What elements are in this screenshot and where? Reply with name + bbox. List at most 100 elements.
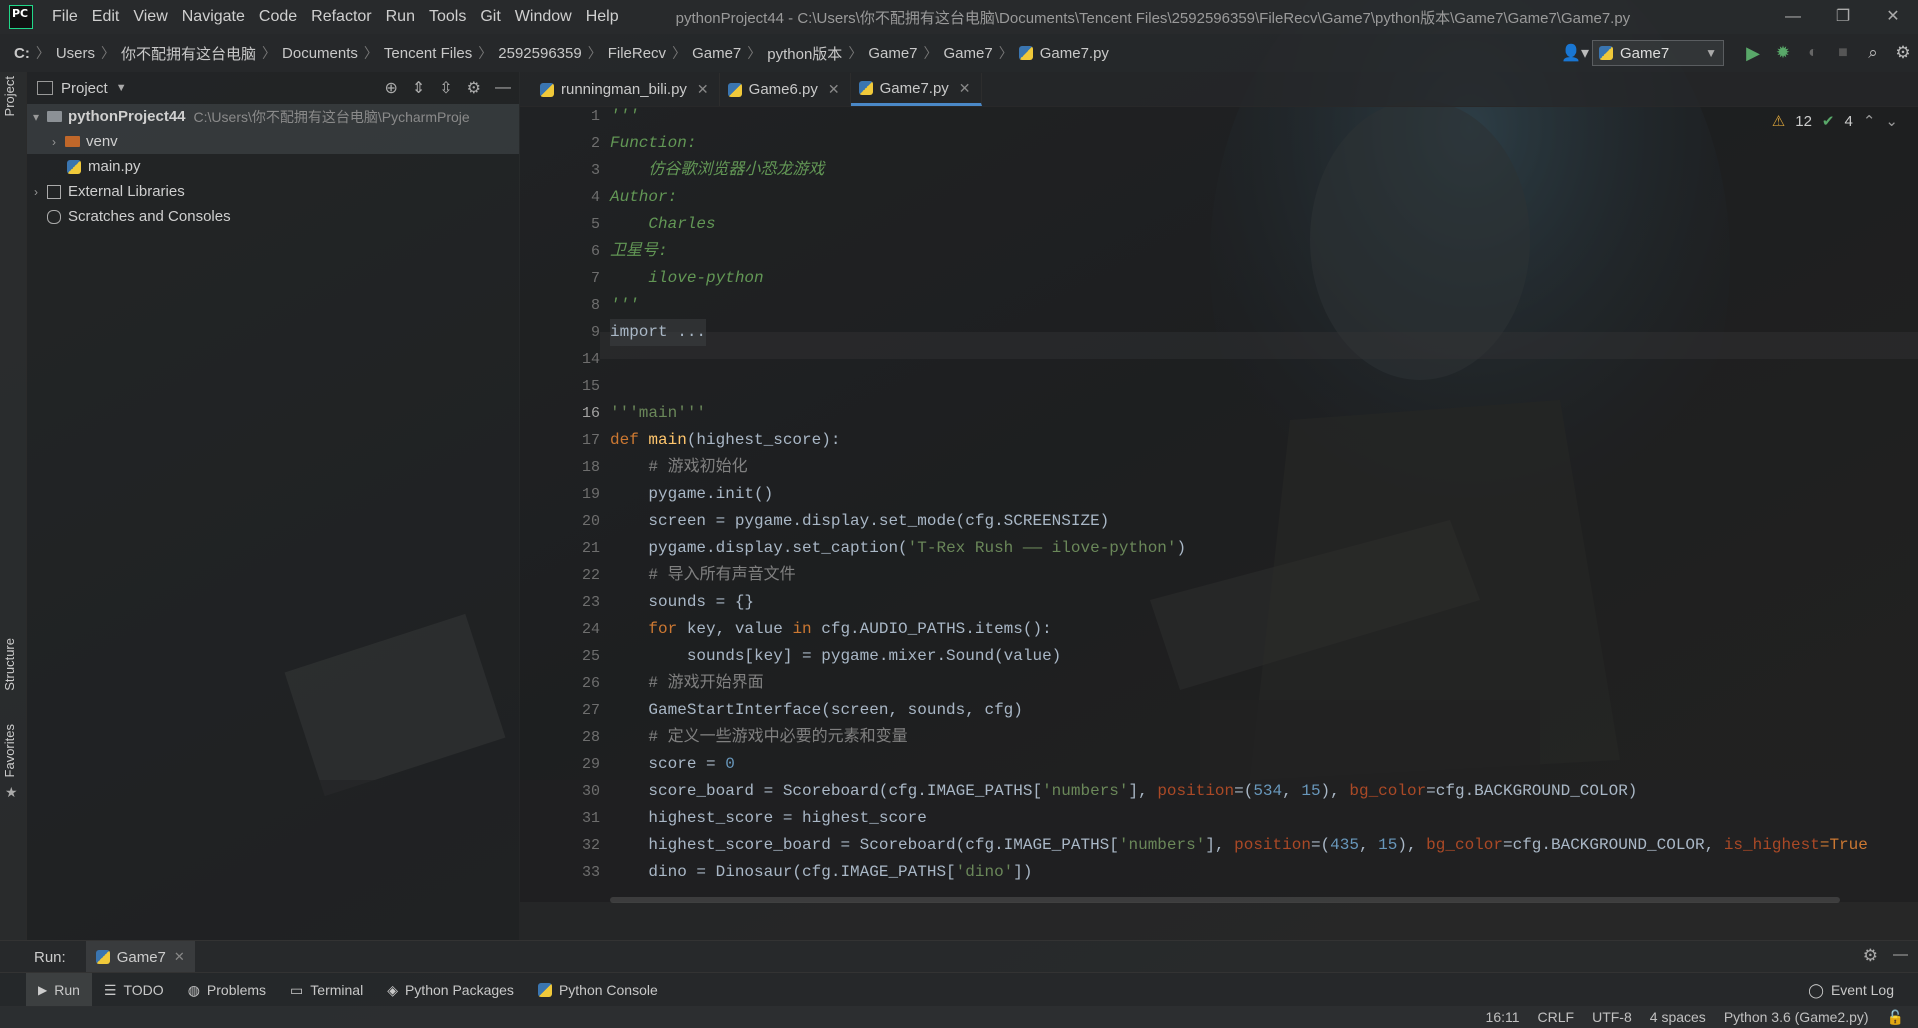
breadcrumb-item[interactable]: Game7 bbox=[944, 45, 993, 62]
menu-window[interactable]: Window bbox=[508, 8, 579, 26]
menu-run[interactable]: Run bbox=[379, 8, 422, 26]
settings-icon[interactable]: ⚙ bbox=[1888, 43, 1918, 63]
breadcrumb-item[interactable]: FileRecv bbox=[608, 45, 666, 62]
indent-setting[interactable]: 4 spaces bbox=[1650, 1009, 1706, 1025]
hide-icon[interactable]: — bbox=[495, 79, 511, 97]
run-tab-game7[interactable]: Game7 ✕ bbox=[85, 941, 195, 973]
tab-problems[interactable]: ◍ Problems bbox=[176, 973, 278, 1007]
line-number: 29 bbox=[581, 756, 600, 773]
tab-runningman-bili[interactable]: runningman_bili.py ✕ bbox=[532, 73, 720, 106]
line-number: 33 bbox=[581, 864, 600, 881]
menu-edit[interactable]: Edit bbox=[85, 8, 127, 26]
breadcrumb-item[interactable]: Game7.py bbox=[1040, 45, 1109, 62]
run-tab-label: Game7 bbox=[116, 948, 166, 966]
tab-game6[interactable]: Game6.py ✕ bbox=[720, 73, 851, 106]
caret-position[interactable]: 16:11 bbox=[1486, 1009, 1520, 1025]
menu-git[interactable]: Git bbox=[473, 8, 507, 26]
code-line: Function: bbox=[610, 134, 697, 152]
code-editor[interactable]: ⚠ 12 ✔ 4 ⌃ ⌄ 1 2 3 4 5 6 7 8 9 14 15 16 17… bbox=[520, 106, 1918, 903]
close-tab-icon[interactable]: ✕ bbox=[174, 949, 185, 965]
breadcrumb-item[interactable]: 2592596359 bbox=[498, 45, 581, 62]
line-separator[interactable]: CRLF bbox=[1538, 1009, 1575, 1025]
chevron-down-icon[interactable]: ▼ bbox=[116, 82, 127, 94]
python-interpreter[interactable]: Python 3.6 (Game2.py) bbox=[1724, 1009, 1869, 1025]
breadcrumb-item[interactable]: Tencent Files bbox=[384, 45, 472, 62]
run-configuration-select[interactable]: Game7 ▼ bbox=[1592, 40, 1724, 66]
menu-navigate[interactable]: Navigate bbox=[175, 8, 252, 26]
menu-view[interactable]: View bbox=[126, 8, 174, 26]
breadcrumb-item[interactable]: Documents bbox=[282, 45, 358, 62]
lock-icon[interactable]: 🔓 bbox=[1887, 1009, 1904, 1026]
code-area[interactable]: ''' Function: 仿谷歌浏览器小恐龙游戏 Author: Charle… bbox=[610, 106, 1910, 902]
tab-python-console[interactable]: Python Console bbox=[526, 973, 670, 1007]
tree-item-scratches[interactable]: Scratches and Consoles bbox=[27, 204, 519, 229]
breadcrumb-item[interactable]: C: bbox=[14, 45, 30, 62]
close-window-button[interactable]: ✕ bbox=[1868, 0, 1918, 34]
gear-icon[interactable]: ⚙ bbox=[1863, 946, 1878, 966]
favorites-tool-tab[interactable]: Favorites bbox=[2, 724, 17, 777]
menu-tools[interactable]: Tools bbox=[422, 8, 473, 26]
gear-icon[interactable]: ⚙ bbox=[467, 78, 481, 98]
close-tab-icon[interactable]: ✕ bbox=[697, 81, 709, 98]
breadcrumb-item[interactable]: Game7 bbox=[868, 45, 917, 62]
line-number: 21 bbox=[581, 540, 600, 557]
tab-event-log[interactable]: ◯ Event Log bbox=[1796, 973, 1906, 1007]
line-number: 28 bbox=[581, 729, 600, 746]
line-number: 16 bbox=[581, 405, 600, 422]
menu-code[interactable]: Code bbox=[252, 8, 304, 26]
tab-label: Terminal bbox=[310, 982, 364, 998]
structure-tool-tab[interactable]: Structure bbox=[2, 638, 17, 691]
tab-label: Python Packages bbox=[404, 982, 514, 998]
code-line: screen = pygame.display.set_mode(cfg.SCR… bbox=[610, 512, 1110, 530]
locate-icon[interactable]: ⊕ bbox=[384, 78, 397, 98]
project-panel-title[interactable]: Project bbox=[61, 80, 108, 97]
debug-icon[interactable]: ✹ bbox=[1768, 43, 1798, 63]
tree-item-venv[interactable]: › venv bbox=[27, 129, 519, 154]
menu-refactor[interactable]: Refactor bbox=[304, 8, 378, 26]
navigation-bar: C: 〉 Users 〉 你不配拥有这台电脑〉 Documents 〉 Tencent… bbox=[0, 34, 1918, 72]
expand-all-icon[interactable]: ⇕ bbox=[412, 78, 425, 98]
file-encoding[interactable]: UTF-8 bbox=[1592, 1009, 1632, 1025]
chevron-down-icon[interactable]: ▾ bbox=[29, 110, 43, 124]
minimize-button[interactable]: — bbox=[1768, 0, 1818, 34]
tab-terminal[interactable]: ▭ Terminal bbox=[278, 973, 375, 1007]
tab-game7[interactable]: Game7.py ✕ bbox=[850, 73, 982, 106]
chevron-right-icon[interactable]: › bbox=[29, 185, 43, 199]
tab-run[interactable]: ▶ Run bbox=[26, 973, 92, 1007]
hide-icon[interactable]: — bbox=[1893, 946, 1908, 963]
tab-python-packages[interactable]: ◈ Python Packages bbox=[375, 973, 526, 1007]
library-icon bbox=[47, 184, 61, 199]
line-number: 25 bbox=[581, 648, 600, 665]
tree-item-external-libraries[interactable]: › External Libraries bbox=[27, 179, 519, 204]
user-icon[interactable]: 👤▾ bbox=[1558, 43, 1592, 63]
breadcrumb-item[interactable]: 你不配拥有这台电脑 bbox=[121, 43, 256, 64]
tree-item-project-root[interactable]: ▾ pythonProject44 C:\Users\你不配拥有这台电脑\Pyc… bbox=[27, 104, 519, 129]
breadcrumb-item[interactable]: python版本 bbox=[767, 43, 842, 64]
chevron-right-icon[interactable]: › bbox=[47, 135, 61, 149]
project-tool-tab[interactable]: Project bbox=[2, 76, 17, 116]
menu-file[interactable]: File bbox=[45, 8, 85, 26]
folded-imports[interactable]: import ... bbox=[610, 319, 707, 346]
python-icon bbox=[95, 950, 110, 964]
line-number: 8 bbox=[590, 297, 600, 314]
run-icon[interactable]: ▶ bbox=[1738, 43, 1768, 64]
search-icon[interactable]: ⌕ bbox=[1858, 43, 1888, 63]
horizontal-scrollbar[interactable] bbox=[610, 897, 1840, 903]
code-line: 仿谷歌浏览器小恐龙游戏 bbox=[610, 161, 825, 179]
tree-item-main-py[interactable]: main.py bbox=[27, 154, 519, 179]
code-line: # 游戏开始界面 bbox=[610, 674, 764, 692]
tab-todo[interactable]: ☰ TODO bbox=[92, 973, 176, 1007]
code-line: pygame.display.set_caption('T-Rex Rush —… bbox=[610, 539, 1187, 557]
close-tab-icon[interactable]: ✕ bbox=[828, 81, 840, 98]
stop-icon[interactable]: ■ bbox=[1828, 44, 1858, 62]
coverage-icon[interactable]: ◐ bbox=[1798, 44, 1828, 62]
restore-button[interactable]: ❐ bbox=[1818, 0, 1868, 34]
line-number: 18 bbox=[581, 459, 600, 476]
close-tab-icon[interactable]: ✕ bbox=[959, 80, 971, 97]
event-log-icon: ◯ bbox=[1808, 981, 1824, 998]
collapse-all-icon[interactable]: ⇳ bbox=[439, 78, 452, 98]
breadcrumb-item[interactable]: Users bbox=[56, 45, 95, 62]
menu-help[interactable]: Help bbox=[579, 8, 626, 26]
bottom-tool-window-bar: ▶ Run ☰ TODO ◍ Problems ▭ Terminal ◈ Python P… bbox=[0, 972, 1918, 1007]
breadcrumb-item[interactable]: Game7 bbox=[692, 45, 741, 62]
